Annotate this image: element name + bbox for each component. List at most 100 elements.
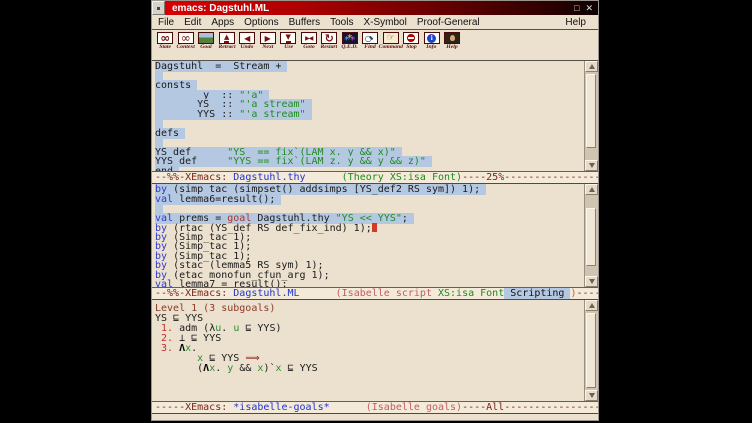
info-icon [424, 32, 440, 44]
modeline-segment: (Isabelle script [336, 288, 438, 299]
menu-options[interactable]: Options [244, 17, 284, 28]
menu-buffers[interactable]: Buffers [289, 17, 327, 28]
undo-icon [239, 32, 255, 44]
state-icon [157, 32, 173, 44]
menu-proof-general[interactable]: Proof-General [417, 17, 486, 28]
emacs-window: emacs: Dagstuhl.ML □ ✕ File Edit Apps Optio… [151, 0, 599, 421]
toolbar-button-label: Command [379, 44, 403, 51]
modeline-isabelle-goals[interactable]: -----XEmacs: *isabelle-goals* (Isabelle … [152, 401, 598, 414]
maximize-icon[interactable]: □ [574, 4, 579, 13]
scroll-down-icon[interactable] [585, 276, 598, 287]
code-segment: defs [155, 128, 179, 139]
restart-icon [321, 32, 337, 44]
text-cursor [372, 223, 378, 232]
scrollbar-goals[interactable] [584, 300, 598, 401]
titlebar-gradient: emacs: Dagstuhl.ML □ ✕ [165, 1, 598, 15]
minibuffer[interactable] [152, 414, 598, 420]
modeline-dagstuhl-ml[interactable]: --%%-XEmacs: Dagstuhl.ML (Isabelle scrip… [152, 287, 598, 300]
toolbar-use-button[interactable]: Use [278, 32, 299, 51]
code-segment: "'a stream" [239, 109, 305, 120]
code-segment: )` [263, 363, 275, 374]
code-segment: prems = [179, 213, 227, 224]
toolbar-find-button[interactable]: Find [360, 32, 381, 51]
buffer-isabelle-goals[interactable]: Level 1 (3 subgoals)YS ⊑ YYS 1. adm (λu.… [152, 300, 584, 401]
menu-file[interactable]: File [158, 17, 180, 28]
modeline-segment [300, 288, 336, 299]
toolbar-restart-button[interactable]: Restart [319, 32, 340, 51]
toolbar-retract-button[interactable]: Retract [217, 32, 238, 51]
code-segment: Dagstuhl.thy [257, 213, 335, 224]
code-line: val prems = goal Dagstuhl.thy "YS << YYS… [155, 214, 584, 224]
buffer-dagstuhl-ml[interactable]: by (simp_tac (simpset() addsimps [YS_def… [152, 184, 584, 287]
toolbar-goto-button[interactable]: Goto [299, 32, 320, 51]
retract-icon [219, 32, 235, 44]
modeline-dagstuhl-thy[interactable]: --%%-XEmacs: Dagstuhl.thy (Theory XS:isa… [152, 171, 598, 184]
menu-bar-items: File Edit Apps Options BuffersTools X-Symbol P… [158, 17, 490, 28]
toolbar-state-button[interactable]: State [155, 32, 176, 51]
scroll-down-icon[interactable] [585, 390, 598, 401]
code-line: YYS :: "'a stream" [155, 110, 584, 120]
toolbar-info-button[interactable]: Info [422, 32, 443, 51]
window-title: emacs: Dagstuhl.ML [165, 3, 574, 14]
toolbar-next-button[interactable]: Next [258, 32, 279, 51]
scroll-up-icon[interactable] [585, 184, 598, 195]
goto-icon [301, 32, 317, 44]
scrollbar-thumb[interactable] [586, 74, 596, 148]
toolbar-button-label: Find [365, 44, 376, 51]
close-icon[interactable]: ✕ [585, 4, 593, 13]
code-line: val lemma7 = result(); [155, 280, 584, 287]
code-segment: lemma7 = result(); [179, 279, 287, 287]
window-menu-button[interactable] [152, 1, 165, 15]
scrollbar-thumb[interactable] [586, 208, 596, 266]
code-line: Dagstuhl = Stream + [155, 62, 584, 72]
modeline-segment: (Theory XS:isa Font) [342, 172, 462, 183]
toolbar-button-label: Goto [303, 44, 314, 51]
code-line: Level 1 (3 subgoals) [155, 304, 584, 314]
code-line [155, 119, 584, 129]
modeline-segment: ----83%-------------------------- [577, 288, 599, 299]
titlebar: emacs: Dagstuhl.ML □ ✕ [152, 1, 598, 15]
code-segment: val [155, 194, 179, 205]
code-line [155, 72, 584, 82]
toolbar-button-label: Help [447, 44, 458, 51]
toolbar-button-label: Restart [321, 44, 338, 51]
scrollbar-ml[interactable] [584, 184, 598, 287]
menu-apps[interactable]: Apps [211, 17, 240, 28]
menu-edit[interactable]: Edit [184, 17, 207, 28]
modeline-segment: Dagstuhl.ML [233, 288, 299, 299]
scroll-up-icon[interactable] [585, 61, 598, 72]
toolbar-command-button[interactable]: Command [381, 32, 402, 51]
menu-tools[interactable]: Tools [330, 17, 359, 28]
find-icon [362, 32, 378, 44]
modeline-segment [306, 172, 342, 183]
toolbar-button-label: Context [177, 44, 195, 51]
code-segment: . [215, 363, 227, 374]
modeline-segment: XS:isa Font [438, 288, 504, 299]
toolbar-undo-button[interactable]: Undo [237, 32, 258, 51]
toolbar-context-button[interactable]: Context [176, 32, 197, 51]
scrollbar-thy[interactable] [584, 61, 598, 171]
code-segment: val [155, 279, 179, 287]
toolbar-q-e-d-button[interactable]: Q.E.D. [340, 32, 361, 51]
goal-icon [198, 32, 214, 44]
toolbar-stop-button[interactable]: Stop [401, 32, 422, 51]
code-line: YYS_def "YYS == fix`(LAM z. y && y && z)… [155, 157, 584, 167]
toolbar-goal-button[interactable]: Goal [196, 32, 217, 51]
code-line: 2. ⊥ ⊑ YYS [155, 334, 584, 344]
scroll-up-icon[interactable] [585, 300, 598, 311]
menu-bar: File Edit Apps Options BuffersTools X-Symbol P… [152, 15, 598, 30]
menu-help[interactable]: Help [565, 17, 588, 28]
window-menu-dot-icon [157, 7, 160, 10]
buffer-dagstuhl-thy[interactable]: Dagstuhl = Stream +consts y :: "'a" YS :… [152, 61, 584, 171]
code-segment: ⊑ YYS [282, 363, 318, 374]
code-segment: . [221, 323, 233, 334]
scroll-down-icon[interactable] [585, 160, 598, 171]
toolbar-button-label: State [159, 44, 171, 51]
code-line: val lemma6=result(); [155, 195, 584, 205]
scrollbar-thumb[interactable] [586, 313, 596, 388]
toolbar-help-button[interactable]: Help [442, 32, 463, 51]
menu-x-symbol[interactable]: X-Symbol [363, 17, 412, 28]
modeline-segment: Scripting [504, 288, 570, 299]
code-segment: && [233, 363, 257, 374]
code-line: (Λx. y && x)`x ⊑ YYS [155, 364, 584, 374]
